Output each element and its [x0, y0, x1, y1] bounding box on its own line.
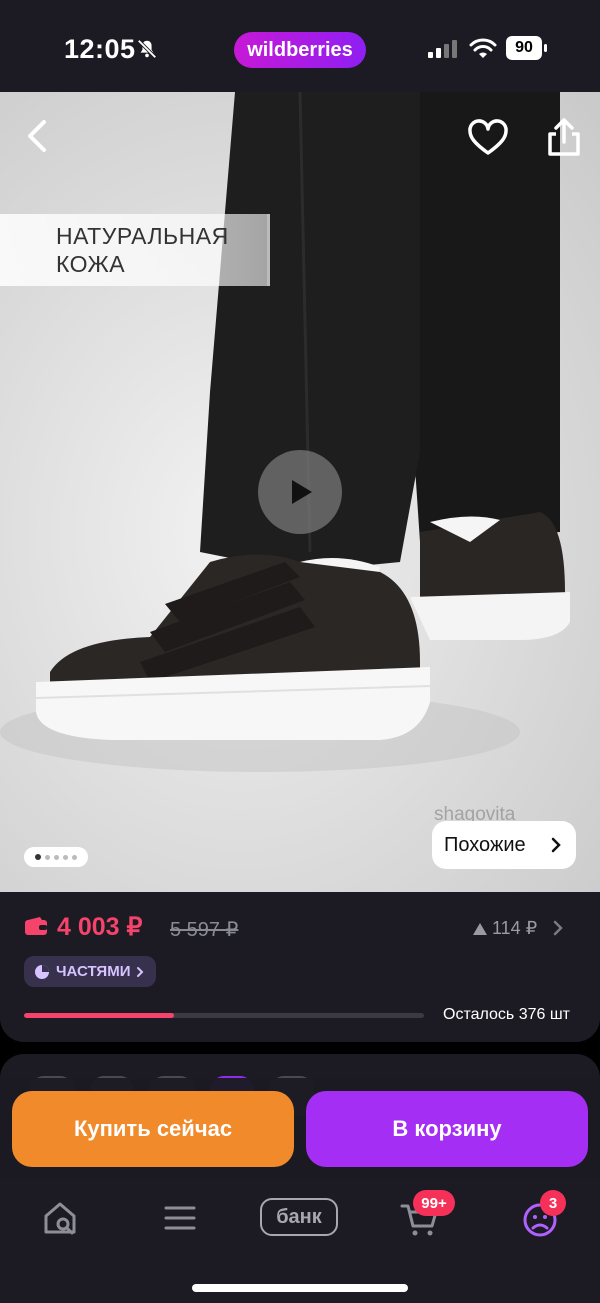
- similar-products-button[interactable]: Похожие: [432, 821, 576, 869]
- bell-muted-icon: [137, 39, 157, 59]
- product-gallery[interactable]: НАТУРАЛЬНАЯ КОЖА shagovita Похожие: [0, 92, 600, 892]
- bank-tab[interactable]: банк: [260, 1198, 338, 1236]
- price-change-value: 114 ₽: [492, 918, 538, 938]
- old-price: 5 597 ₽: [170, 919, 239, 941]
- wallet-icon: [25, 917, 47, 935]
- buy-now-button[interactable]: Купить сейчас: [12, 1091, 294, 1167]
- gallery-dot: [45, 854, 50, 860]
- wifi-icon: [469, 38, 497, 58]
- feature-badge-line1: НАТУРАЛЬНАЯ: [56, 223, 229, 249]
- feature-badge-line2: КОЖА: [56, 251, 126, 277]
- cart-count-badge: 99+: [413, 1190, 455, 1216]
- feature-badge: НАТУРАЛЬНАЯ КОЖА: [0, 214, 270, 286]
- gallery-pagination: [24, 847, 88, 867]
- gallery-dot: [63, 854, 68, 860]
- notifications-badge: 3: [540, 1190, 566, 1216]
- price-change[interactable]: 114 ₽: [472, 918, 537, 939]
- installments-button[interactable]: ЧАСТЯМИ: [24, 956, 157, 987]
- back-arrow-icon[interactable]: [14, 112, 62, 160]
- play-video-button[interactable]: [258, 450, 342, 534]
- stock-remaining: Осталось 376 шт: [443, 1006, 570, 1023]
- battery-indicator: 90: [506, 36, 548, 60]
- triangle-up-icon: [473, 922, 487, 935]
- cellular-signal-icon: [428, 40, 457, 58]
- heart-icon[interactable]: [464, 114, 512, 162]
- current-price: 4 003 ₽: [57, 913, 143, 941]
- installments-label: ЧАСТЯМИ: [56, 963, 131, 980]
- similar-label: Похожие: [444, 833, 526, 856]
- chevron-right-icon: [551, 837, 561, 853]
- gallery-dot: [35, 854, 41, 860]
- gallery-dot: [54, 854, 59, 860]
- status-bar: 12:05 wildberries 90: [0, 0, 600, 92]
- chevron-right-icon: [137, 966, 144, 977]
- price-card: 4 003 ₽ 5 597 ₽ 114 ₽ ЧАСТЯМИ Осталось 3…: [0, 892, 600, 1042]
- stock-progress-fill: [24, 1013, 174, 1018]
- gallery-dot: [72, 854, 77, 860]
- battery-level: 90: [506, 36, 542, 60]
- purchase-actions: Купить сейчас В корзину: [0, 1078, 600, 1178]
- menu-icon[interactable]: [156, 1194, 204, 1242]
- home-indicator: [192, 1284, 408, 1292]
- add-to-cart-button[interactable]: В корзину: [306, 1091, 588, 1167]
- play-icon: [292, 480, 312, 504]
- brand-logo: wildberries: [234, 32, 366, 68]
- status-time: 12:05: [64, 34, 136, 64]
- stock-progress-bar: [24, 1013, 424, 1018]
- home-search-icon[interactable]: [36, 1194, 84, 1242]
- share-icon[interactable]: [540, 114, 588, 162]
- pie-chart-icon: [35, 964, 49, 979]
- chevron-right-icon[interactable]: [552, 918, 564, 938]
